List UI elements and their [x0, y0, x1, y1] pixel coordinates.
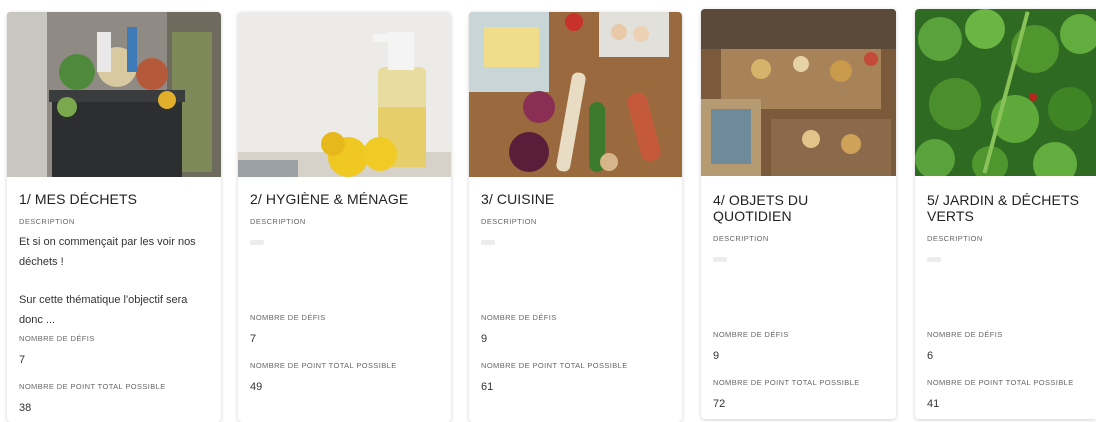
points-label: NOMBRE DE POINT TOTAL POSSIBLE — [250, 361, 397, 370]
points-label: NOMBRE DE POINT TOTAL POSSIBLE — [713, 378, 860, 387]
description-label: DESCRIPTION — [927, 234, 983, 243]
category-card-everyday-objects[interactable]: 4/ OBJETS DU QUOTIDIEN DESCRIPTION NOMBR… — [701, 9, 896, 419]
challenges-label: NOMBRE DE DÉFIS — [250, 313, 326, 322]
card-title: 2/ HYGIÈNE & MÉNAGE — [250, 191, 409, 207]
challenges-label: NOMBRE DE DÉFIS — [927, 330, 1003, 339]
clover-image — [915, 9, 1096, 176]
category-card-kitchen[interactable]: 3/ CUISINE DESCRIPTION NOMBRE DE DÉFIS 9… — [469, 12, 682, 422]
challenges-value: 9 — [713, 350, 720, 362]
description-text: Et si on commençait par les voir nos déc… — [19, 236, 196, 326]
description-placeholder — [713, 257, 727, 262]
card-title: 3/ CUISINE — [481, 191, 555, 207]
challenges-value: 9 — [481, 333, 488, 345]
vegetables-image — [469, 12, 682, 177]
points-value: 61 — [481, 381, 494, 393]
challenges-label: NOMBRE DE DÉFIS — [19, 334, 95, 343]
description-placeholder — [927, 257, 941, 262]
points-value: 38 — [19, 402, 32, 414]
description-placeholder — [250, 240, 264, 245]
description-label: DESCRIPTION — [19, 217, 75, 226]
waste-bin-image — [7, 12, 221, 177]
challenges-label: NOMBRE DE DÉFIS — [713, 330, 789, 339]
category-card-garden[interactable]: 5/ JARDIN & DÉCHETS VERTS DESCRIPTION NO… — [915, 9, 1096, 419]
points-value: 41 — [927, 398, 940, 410]
description-label: DESCRIPTION — [713, 234, 769, 243]
points-label: NOMBRE DE POINT TOTAL POSSIBLE — [19, 382, 166, 391]
cleaning-products-image — [238, 12, 451, 177]
category-card-waste[interactable]: 1/ MES DÉCHETS DESCRIPTION Et si on comm… — [7, 12, 221, 422]
description-label: DESCRIPTION — [481, 217, 537, 226]
category-card-hygiene[interactable]: 2/ HYGIÈNE & MÉNAGE DESCRIPTION NOMBRE D… — [238, 12, 451, 422]
points-value: 49 — [250, 381, 263, 393]
challenges-value: 7 — [19, 354, 26, 366]
challenges-value: 7 — [250, 333, 257, 345]
card-title: 4/ OBJETS DU QUOTIDIEN — [713, 192, 809, 224]
points-value: 72 — [713, 398, 726, 410]
points-label: NOMBRE DE POINT TOTAL POSSIBLE — [481, 361, 628, 370]
flea-market-image — [701, 9, 896, 176]
card-title: 5/ JARDIN & DÉCHETS VERTS — [927, 192, 1080, 224]
card-title: 1/ MES DÉCHETS — [19, 191, 138, 207]
description-label: DESCRIPTION — [250, 217, 306, 226]
challenges-label: NOMBRE DE DÉFIS — [481, 313, 557, 322]
challenges-value: 6 — [927, 350, 934, 362]
points-label: NOMBRE DE POINT TOTAL POSSIBLE — [927, 378, 1074, 387]
description-placeholder — [481, 240, 495, 245]
